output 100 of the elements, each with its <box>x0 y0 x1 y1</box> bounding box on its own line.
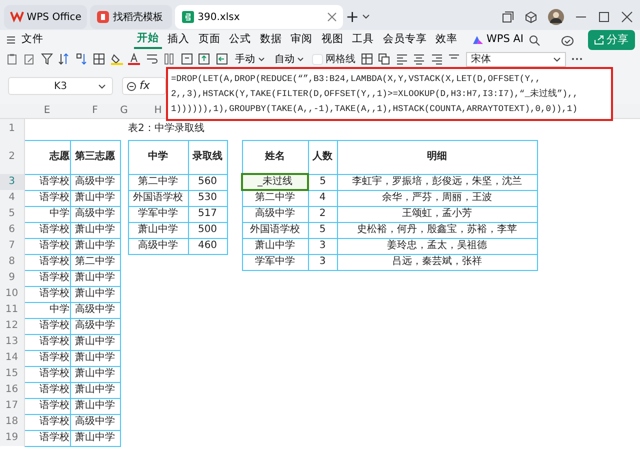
document-tab[interactable]: WPS Office <box>4 5 88 29</box>
row-number: 15 <box>5 368 18 379</box>
spreadsheet-icon <box>180 10 195 24</box>
columns-icon[interactable] <box>163 53 175 65</box>
table-cell: _未过线 <box>258 176 292 187</box>
caret-icon <box>552 56 561 62</box>
column-header: E <box>44 104 50 116</box>
table-icon[interactable] <box>360 53 373 65</box>
align-left-icon[interactable] <box>396 53 408 65</box>
formula-text[interactable]: =DROP(LET(A,DROP(REDUCE(“”,B3:B24,LAMBDA(X,Y,VSTACK(X,LET(D,OFFSET(Y,, 2,,3),HSTACK(Y,TAKE(FILTER(D,OFFSET(Y,,1)>=XLOOKUP(D,H3:H7,I3:I7),“_未过线”),, 1)))))),1),GROUPBY(TAKE(A,,-1),TAKE(A,,1),HSTACK(COUNTA,ARRAYTOTEXT),0,0)),1) <box>166 67 613 121</box>
menu-tab[interactable]: 效率 <box>432 32 460 48</box>
maximize-icon[interactable] <box>598 11 610 23</box>
gridlines-checkbox[interactable] <box>312 54 322 64</box>
table-cell: 高级中学 <box>75 176 115 187</box>
table-cell: 语学校 <box>40 272 69 283</box>
share-button[interactable]: 分享 <box>588 30 634 50</box>
name-box[interactable]: K3 <box>8 77 113 95</box>
font-field[interactable]: 宋体 <box>466 52 566 66</box>
menu-icon[interactable] <box>6 35 16 45</box>
insert-row-icon[interactable] <box>180 53 192 65</box>
table-cell: 3 <box>319 240 326 251</box>
ai-button[interactable]: WPS AI <box>468 32 526 48</box>
table-cell: 语学校 <box>40 416 69 427</box>
table-cell: 语学校 <box>40 320 69 331</box>
row-number: 8 <box>8 256 15 267</box>
fill-color-icon[interactable] <box>110 53 122 65</box>
sort-icon[interactable] <box>58 53 70 65</box>
row-number: 1 <box>8 123 15 134</box>
row-number: 19 <box>5 432 18 443</box>
window-icon[interactable] <box>502 11 514 23</box>
row-number: 7 <box>8 240 15 251</box>
row-height-dropdown[interactable]: 自动 <box>272 52 306 66</box>
file-menu[interactable]: 文件 <box>18 32 46 48</box>
row-number: 9 <box>8 272 15 283</box>
document-tab[interactable]: 390.xlsx <box>174 5 343 29</box>
table-cell: 中学 <box>50 304 69 315</box>
table-cell: 萧山中学 <box>75 368 115 379</box>
table-cell: 萧山中学 <box>75 352 115 363</box>
table-cell: 语学校 <box>40 192 69 203</box>
menu-tab[interactable]: 会员专享 <box>380 32 430 48</box>
font-color-icon[interactable] <box>128 53 140 65</box>
table-cell: 语学校 <box>40 176 69 187</box>
table-cell: 语学校 <box>40 432 69 443</box>
filter-icon[interactable] <box>40 53 52 65</box>
table-cell: 学军中学 <box>255 256 295 267</box>
column-heading: 人数 <box>312 151 332 162</box>
table-cell: 5 <box>319 224 326 235</box>
table-cell: 萧山中学 <box>75 192 115 203</box>
search-icon[interactable] <box>529 34 540 46</box>
menu-tab[interactable]: 页面 <box>195 32 224 48</box>
more-icon[interactable] <box>571 57 584 61</box>
avatar-icon[interactable] <box>548 9 564 25</box>
caret-icon[interactable] <box>362 14 370 20</box>
align-center-icon[interactable] <box>413 53 426 65</box>
menu-tab[interactable]: 数据 <box>256 32 285 48</box>
menu-tab[interactable]: 审阅 <box>288 32 316 48</box>
menu-tab[interactable]: 工具 <box>349 32 377 48</box>
table-cell: 吕远，秦芸斌，张祥 <box>392 256 482 267</box>
table-cell: 萧山中学 <box>255 240 295 251</box>
table-cell: 语学校 <box>40 368 69 379</box>
close-icon[interactable] <box>326 12 337 22</box>
table-cell: 语学校 <box>40 400 69 411</box>
row-number: 11 <box>5 304 18 315</box>
table-cell: 高级中学 <box>75 320 115 331</box>
cloud-check-icon[interactable] <box>561 34 574 46</box>
cube-icon[interactable] <box>525 11 538 23</box>
insert-icon[interactable] <box>216 53 228 65</box>
add-tab-button[interactable]: + <box>346 5 360 29</box>
menu-tab[interactable]: 插入 <box>164 32 192 48</box>
row-number: 12 <box>5 320 18 331</box>
row-number: 5 <box>8 208 15 219</box>
table-cell: 李虹宇，罗振培，彭俊远，朱坚，沈兰 <box>352 176 522 187</box>
table-cell: 517 <box>198 208 218 219</box>
sort-icon[interactable] <box>76 53 88 65</box>
menu-tab[interactable]: 公式 <box>226 32 254 48</box>
align-right-icon[interactable] <box>430 53 443 65</box>
table-cell: 萧山中学 <box>75 272 115 283</box>
table-cell: 高级中学 <box>75 304 115 315</box>
table-cell: 王颂虹，孟小芳 <box>402 208 472 219</box>
row-number: 18 <box>5 416 18 427</box>
table-cell: 高级中学 <box>138 240 178 251</box>
column-heading: 明细 <box>427 151 447 162</box>
table-cell: 高级中学 <box>75 416 115 427</box>
row-height-dropdown[interactable]: 手动 <box>233 52 267 66</box>
border-icon[interactable] <box>93 53 105 65</box>
column-heading: 姓名 <box>265 150 285 162</box>
zoom-icon[interactable] <box>126 80 137 92</box>
table-cell: 高级中学 <box>255 208 295 219</box>
column-heading: 中学 <box>148 151 168 162</box>
close-icon[interactable] <box>621 11 634 23</box>
table-cell: 3 <box>319 256 326 267</box>
document-tab[interactable]: 找稻壳模板 <box>90 5 172 29</box>
table-cell: 4 <box>319 192 326 203</box>
wrap-icon[interactable] <box>146 53 158 65</box>
menu-tab[interactable]: 视图 <box>318 32 346 48</box>
table-cell: 语学校 <box>40 256 69 267</box>
insert-icon[interactable] <box>198 53 210 65</box>
table-cell: 外国语学校 <box>250 224 300 235</box>
row-number: 14 <box>5 352 18 363</box>
merge-icon[interactable] <box>378 53 390 65</box>
